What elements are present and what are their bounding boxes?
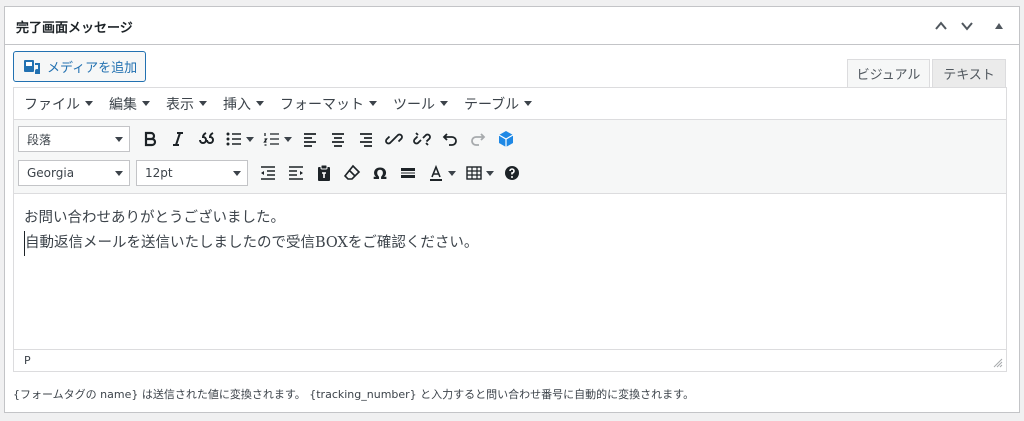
- unlink-icon[interactable]: [408, 125, 436, 153]
- format-select[interactable]: 段落: [18, 126, 130, 152]
- bullet-list-icon[interactable]: [220, 125, 258, 153]
- bold-icon[interactable]: [136, 125, 164, 153]
- tab-text[interactable]: テキスト: [932, 59, 1006, 88]
- content-line-1: お問い合わせありがとうございました。: [24, 210, 285, 226]
- menu-view[interactable]: 表示: [158, 94, 215, 114]
- completion-message-panel: 完了画面メッセージ メディアを追加 ビジュアル テキスト ファイル 編集 表示 …: [4, 6, 1020, 413]
- menu-format-label: フォーマット: [280, 96, 364, 113]
- resize-handle-icon[interactable]: [993, 358, 1003, 368]
- paste-text-icon[interactable]: [310, 159, 338, 187]
- clear-format-icon[interactable]: [338, 159, 366, 187]
- panel-title: 完了画面メッセージ: [16, 21, 133, 36]
- font-size-value: 12pt: [145, 166, 173, 180]
- menu-edit-label: 編集: [109, 96, 137, 113]
- media-icon: [24, 59, 40, 74]
- menu-tools-label: ツール: [393, 96, 435, 113]
- align-center-icon[interactable]: [324, 125, 352, 153]
- align-left-icon[interactable]: [296, 125, 324, 153]
- add-media-button[interactable]: メディアを追加: [13, 51, 146, 82]
- editor-content-area[interactable]: お問い合わせありがとうございました。 自動返信メールを送信いたしましたので受信B…: [14, 194, 1006, 348]
- undo-icon[interactable]: [436, 125, 464, 153]
- indent-icon[interactable]: [282, 159, 310, 187]
- tab-visual[interactable]: ビジュアル: [847, 59, 930, 88]
- rich-text-editor: ファイル 編集 表示 挿入 フォーマット ツール テーブル 段落 Georgia…: [13, 87, 1007, 372]
- chevron-up-icon[interactable]: [931, 16, 951, 36]
- triangle-up-icon[interactable]: [989, 16, 1009, 36]
- menu-file[interactable]: ファイル: [16, 94, 101, 114]
- help-note: {フォームタグの name} は送信された値に変換されます。 {tracking…: [13, 388, 695, 401]
- font-size-select[interactable]: 12pt: [136, 160, 248, 186]
- outdent-icon[interactable]: [254, 159, 282, 187]
- menu-insert[interactable]: 挿入: [215, 94, 272, 114]
- element-path[interactable]: P: [24, 354, 31, 367]
- table-icon[interactable]: [460, 159, 498, 187]
- plugin-icon[interactable]: [492, 125, 520, 153]
- italic-icon[interactable]: [164, 125, 192, 153]
- font-family-value: Georgia: [27, 166, 75, 180]
- blockquote-icon[interactable]: [192, 125, 220, 153]
- menu-format[interactable]: フォーマット: [272, 94, 385, 114]
- align-right-icon[interactable]: [352, 125, 380, 153]
- editor-toolbar: 段落 Georgia 12pt Ω: [14, 120, 1006, 194]
- chevron-down-icon[interactable]: [957, 16, 977, 36]
- redo-icon[interactable]: [464, 125, 492, 153]
- special-char-icon[interactable]: Ω: [366, 159, 394, 187]
- content-line-2: 自動返信メールを送信いたしましたので受信BOXをご確認ください。: [24, 231, 996, 256]
- font-family-select[interactable]: Georgia: [18, 160, 130, 186]
- menu-edit[interactable]: 編集: [101, 94, 158, 114]
- menu-view-label: 表示: [166, 96, 194, 113]
- link-icon[interactable]: [380, 125, 408, 153]
- editor-menubar: ファイル 編集 表示 挿入 フォーマット ツール テーブル: [14, 88, 1006, 120]
- menu-table-label: テーブル: [464, 96, 520, 113]
- add-media-label: メディアを追加: [47, 61, 138, 76]
- text-color-icon[interactable]: [422, 159, 460, 187]
- numbered-list-icon[interactable]: [258, 125, 296, 153]
- menu-file-label: ファイル: [24, 96, 80, 113]
- menu-insert-label: 挿入: [223, 96, 251, 113]
- format-select-value: 段落: [27, 132, 52, 147]
- panel-header: 完了画面メッセージ: [5, 7, 1019, 45]
- help-icon[interactable]: [498, 159, 526, 187]
- editor-statusbar: P: [14, 349, 1006, 371]
- menu-table[interactable]: テーブル: [456, 94, 540, 114]
- horizontal-line-icon[interactable]: [394, 159, 422, 187]
- menu-tools[interactable]: ツール: [385, 94, 456, 114]
